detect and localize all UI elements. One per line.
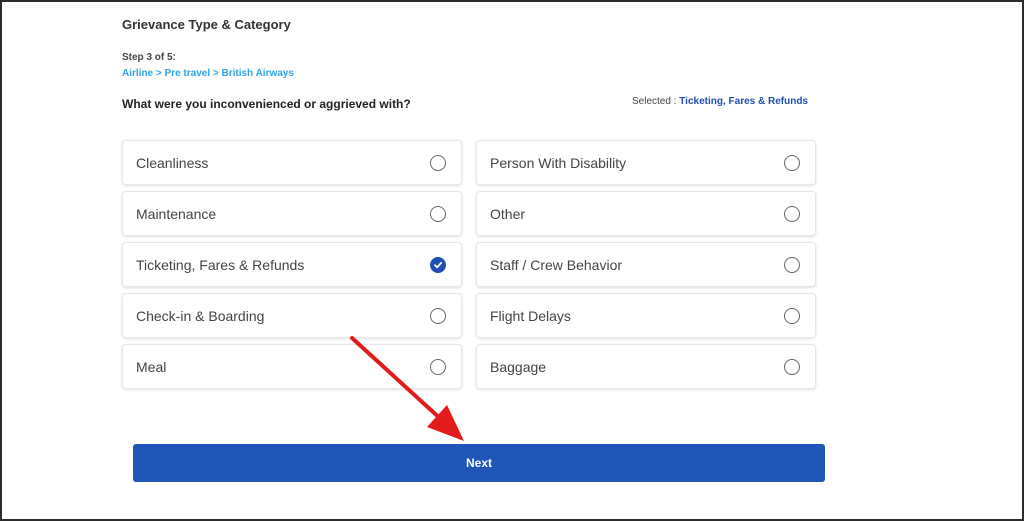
selected-label: Selected : bbox=[631, 96, 680, 107]
option-flight-delays[interactable]: Flight Delays bbox=[476, 293, 816, 338]
radio-unchecked-icon[interactable] bbox=[784, 307, 800, 324]
option-label: Check-in & Boarding bbox=[136, 307, 265, 324]
question-text: What were you inconvenienced or aggrieve… bbox=[122, 97, 411, 111]
radio-unchecked-icon[interactable] bbox=[430, 358, 446, 375]
radio-checked-icon[interactable] bbox=[430, 256, 446, 273]
option-person-with-disability[interactable]: Person With Disability bbox=[476, 140, 816, 185]
step-indicator: Step 3 of 5: bbox=[122, 52, 176, 63]
radio-unchecked-icon[interactable] bbox=[430, 154, 446, 171]
selected-summary: Selected : Ticketing, Fares & Refunds bbox=[632, 96, 808, 107]
option-label: Other bbox=[490, 205, 526, 222]
radio-unchecked-icon[interactable] bbox=[430, 307, 446, 324]
option-baggage[interactable]: Baggage bbox=[476, 344, 816, 389]
option-cleanliness[interactable]: Cleanliness bbox=[122, 140, 462, 185]
radio-unchecked-icon[interactable] bbox=[430, 205, 446, 222]
option-maintenance[interactable]: Maintenance bbox=[122, 191, 462, 236]
option-meal[interactable]: Meal bbox=[122, 344, 462, 389]
option-label: Meal bbox=[136, 358, 167, 375]
selected-value: Ticketing, Fares & Refunds bbox=[679, 96, 808, 107]
option-staff-crew-behavior[interactable]: Staff / Crew Behavior bbox=[476, 242, 816, 287]
option-label: Person With Disability bbox=[490, 154, 627, 171]
option-label: Maintenance bbox=[136, 205, 217, 222]
radio-unchecked-icon[interactable] bbox=[784, 358, 800, 375]
page-title: Grievance Type & Category bbox=[122, 17, 291, 32]
option-label: Cleanliness bbox=[136, 154, 209, 171]
option-label: Baggage bbox=[490, 358, 547, 375]
radio-unchecked-icon[interactable] bbox=[784, 154, 800, 171]
radio-unchecked-icon[interactable] bbox=[784, 205, 800, 222]
option-ticketing-fares-refunds[interactable]: Ticketing, Fares & Refunds bbox=[122, 242, 462, 287]
option-label: Staff / Crew Behavior bbox=[490, 256, 623, 273]
breadcrumb[interactable]: Airline > Pre travel > British Airways bbox=[122, 68, 294, 79]
option-label: Ticketing, Fares & Refunds bbox=[136, 256, 305, 273]
option-check-in-boarding[interactable]: Check-in & Boarding bbox=[122, 293, 462, 338]
radio-unchecked-icon[interactable] bbox=[784, 256, 800, 273]
option-other[interactable]: Other bbox=[476, 191, 816, 236]
checkmark-icon bbox=[434, 261, 443, 268]
arrow-head bbox=[427, 405, 464, 441]
next-button[interactable]: Next bbox=[133, 444, 825, 482]
option-label: Flight Delays bbox=[490, 307, 571, 324]
